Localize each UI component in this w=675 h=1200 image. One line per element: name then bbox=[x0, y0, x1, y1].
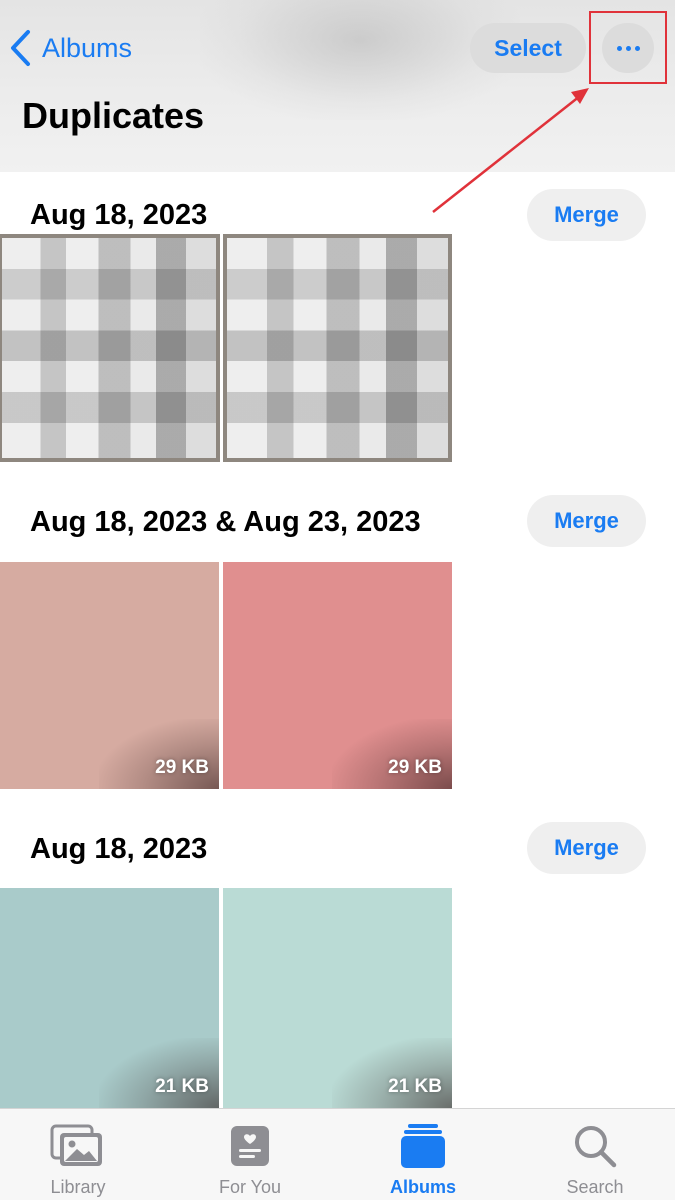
group-date: Aug 18, 2023 bbox=[30, 199, 208, 231]
duplicate-group: Aug 18, 2023 Merge bbox=[0, 172, 675, 472]
tab-albums-label: Albums bbox=[389, 1177, 456, 1197]
tab-albums[interactable]: Albums bbox=[339, 1109, 507, 1200]
chevron-left-icon bbox=[11, 30, 30, 66]
photo-thumbnail[interactable]: 29 KB bbox=[223, 562, 452, 789]
for-you-icon bbox=[222, 1123, 278, 1169]
tab-search-label: Search bbox=[566, 1177, 624, 1197]
file-size-label: 21 KB bbox=[155, 1076, 209, 1097]
merge-button[interactable]: Merge bbox=[527, 495, 646, 547]
photo-thumbnail[interactable]: 21 KB bbox=[223, 888, 452, 1108]
duplicate-group: Aug 18, 2023 Merge 21 KB 21 KB bbox=[0, 792, 675, 1108]
duplicate-group: Aug 18, 2023 & Aug 23, 2023 Merge 29 KB … bbox=[0, 472, 675, 792]
tab-for-you-label: For You bbox=[218, 1177, 282, 1197]
back-button[interactable]: Albums bbox=[8, 26, 132, 70]
header-background-blur bbox=[200, 0, 520, 120]
page-title: Duplicates bbox=[22, 95, 205, 136]
albums-icon bbox=[395, 1123, 451, 1169]
tab-library-label: Library bbox=[50, 1177, 106, 1197]
photo-thumbnail[interactable]: 21 KB bbox=[0, 888, 219, 1108]
tab-for-you[interactable]: For You bbox=[166, 1109, 334, 1200]
navigation-header: Albums Select Duplicates bbox=[0, 0, 675, 172]
annotation-highlight-box bbox=[589, 11, 667, 84]
group-date: Aug 18, 2023 bbox=[30, 833, 208, 865]
merge-button[interactable]: Merge bbox=[527, 189, 646, 241]
tab-library[interactable]: Library bbox=[0, 1109, 162, 1200]
photo-thumbnail[interactable] bbox=[223, 234, 452, 462]
file-size-label: 29 KB bbox=[388, 757, 442, 778]
photo-thumbnail[interactable]: 29 KB bbox=[0, 562, 219, 789]
photos-icon bbox=[50, 1123, 106, 1169]
search-icon bbox=[567, 1123, 623, 1169]
group-date: Aug 18, 2023 & Aug 23, 2023 bbox=[30, 506, 421, 538]
file-size-label: 29 KB bbox=[155, 757, 209, 778]
tab-bar: Library For You Albums Search bbox=[0, 1108, 675, 1200]
photo-thumbnail[interactable] bbox=[0, 234, 220, 462]
select-button[interactable]: Select bbox=[470, 23, 586, 73]
merge-button[interactable]: Merge bbox=[527, 822, 646, 874]
tab-search[interactable]: Search bbox=[511, 1109, 675, 1200]
file-size-label: 21 KB bbox=[388, 1076, 442, 1097]
back-button-label: Albums bbox=[42, 32, 133, 63]
